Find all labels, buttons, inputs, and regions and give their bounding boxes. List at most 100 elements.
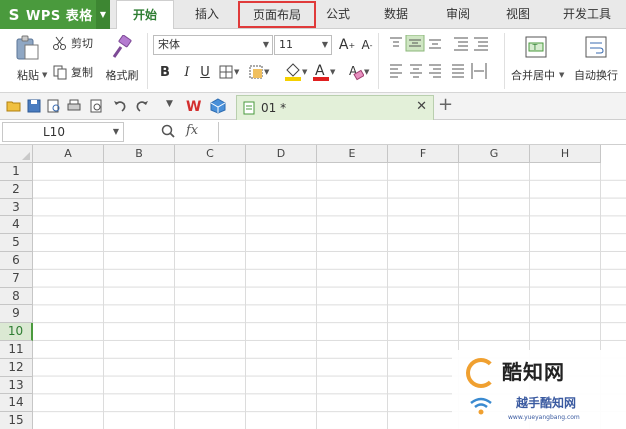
paste-icon (16, 35, 39, 60)
watermark-logo-icon (466, 358, 496, 388)
increase-font-size-button[interactable]: A + (338, 36, 356, 54)
align-right-icon (429, 64, 441, 78)
cell-style-button[interactable]: ▼ (248, 64, 269, 80)
format-painter-label: 格式刷 (105, 69, 139, 82)
app-menu-button[interactable]: S WPS 表格 ▼ (0, 0, 110, 29)
spreadsheet-file-icon (243, 101, 255, 115)
merge-center-button[interactable]: T 合并居中 ▼ (506, 33, 566, 89)
save-icon[interactable] (26, 98, 42, 114)
tab-review[interactable]: 审阅 (438, 0, 478, 29)
font-size-select[interactable]: 11 ▼ (274, 35, 332, 55)
document-tab[interactable]: 01 * ✕ (236, 95, 434, 120)
cut-button[interactable]: 剪切 (52, 34, 100, 52)
chevron-down-icon: ▼ (262, 40, 269, 49)
underline-button[interactable]: U (196, 63, 214, 81)
chevron-down-icon: ▼ (364, 68, 370, 76)
row-header-12[interactable]: 12 (0, 358, 33, 377)
new-tab-plus-icon[interactable]: + (438, 94, 453, 115)
row-header-10[interactable]: 10 (0, 323, 33, 341)
cell-style-icon (249, 65, 263, 79)
chevron-down-icon: ▼ (330, 68, 336, 76)
tab-home[interactable]: 开始 (116, 0, 174, 30)
row-header-3[interactable]: 3 (0, 198, 33, 217)
clear-format-button[interactable]: A ▼ (348, 63, 369, 81)
row-header-7[interactable]: 7 (0, 269, 33, 288)
row-header-9[interactable]: 9 (0, 305, 33, 324)
print-preview-icon[interactable] (46, 98, 62, 114)
eraser-icon: A (349, 64, 364, 81)
row-header-1[interactable]: 1 (0, 163, 33, 181)
ribbon-separator (147, 33, 148, 89)
formula-input[interactable] (218, 122, 622, 142)
distributed-icon (471, 63, 487, 79)
scissors-icon (53, 36, 66, 50)
fill-color-button[interactable]: ▼ (284, 62, 307, 82)
tab-insert[interactable]: 插入 (178, 0, 236, 29)
font-name-select[interactable]: 宋体 ▼ (153, 35, 273, 55)
wifi-icon (470, 397, 492, 415)
paste-dropdown-icon[interactable]: ▼ (42, 71, 47, 79)
formula-bar: L10 ▼ fx (0, 120, 626, 145)
row-header-2[interactable]: 2 (0, 180, 33, 199)
name-box[interactable]: L10 ▼ (2, 122, 124, 142)
column-header-a[interactable]: A (33, 145, 104, 163)
row-header-13[interactable]: 13 (0, 376, 33, 395)
row-header-11[interactable]: 11 (0, 341, 33, 359)
alignment-group[interactable] (388, 35, 500, 87)
preview-icon[interactable] (88, 98, 104, 114)
borders-button[interactable]: ▼ (218, 64, 239, 80)
row-header-4[interactable]: 4 (0, 216, 33, 235)
column-header-e[interactable]: E (317, 145, 388, 163)
column-header-b[interactable]: B (104, 145, 175, 163)
row-header-6[interactable]: 6 (0, 252, 33, 270)
app-menu-dropdown-icon[interactable]: ▼ (96, 0, 110, 29)
ribbon-tab-bar: S WPS 表格 ▼ 开始 插入 页面布局 公式 数据 审阅 视图 开发工具 (0, 0, 626, 30)
ribbon-separator (504, 33, 505, 89)
wrap-text-button[interactable]: 自动换行 (568, 33, 624, 89)
row-header-15[interactable]: 15 (0, 412, 33, 429)
column-header-c[interactable]: C (175, 145, 246, 163)
wrap-text-label: 自动换行 (574, 69, 618, 82)
italic-button[interactable]: I (178, 63, 196, 81)
undo-icon[interactable] (112, 98, 128, 114)
copy-label: 复制 (71, 66, 93, 79)
zoom-lookup-icon[interactable] (160, 123, 176, 139)
align-center-icon (410, 64, 422, 78)
column-header-h[interactable]: H (530, 145, 601, 163)
tab-formulas[interactable]: 公式 (318, 0, 358, 29)
insert-function-button[interactable]: fx (186, 123, 198, 138)
paste-button[interactable]: 粘贴 ▼ (8, 33, 48, 89)
column-header-f[interactable]: F (388, 145, 459, 163)
merge-center-dropdown-icon[interactable]: ▼ (559, 71, 564, 79)
tab-developer[interactable]: 开发工具 (556, 0, 618, 29)
font-name-value: 宋体 (158, 38, 180, 51)
open-folder-icon[interactable] (6, 98, 22, 114)
tab-page-layout[interactable]: 页面布局 (238, 1, 316, 28)
row-header-14[interactable]: 14 (0, 394, 33, 413)
align-left-icon (390, 64, 402, 78)
font-color-button[interactable]: A ▼ (312, 62, 335, 82)
redo-icon[interactable] (134, 98, 150, 114)
format-painter-button[interactable]: 格式刷 (102, 33, 142, 89)
customize-toolbar-icon[interactable]: ▼ (166, 99, 173, 109)
decrease-font-size-button[interactable]: A- (358, 36, 376, 54)
print-icon[interactable] (66, 98, 82, 114)
row-header-5[interactable]: 5 (0, 234, 33, 252)
bold-button[interactable]: B (156, 63, 174, 81)
tab-data[interactable]: 数据 (376, 0, 416, 29)
row-header-8[interactable]: 8 (0, 287, 33, 306)
column-header-g[interactable]: G (459, 145, 530, 163)
font-size-value: 11 (279, 38, 293, 51)
column-header-d[interactable]: D (246, 145, 317, 163)
wps-w-icon[interactable]: W (186, 98, 202, 114)
tab-view[interactable]: 视图 (498, 0, 538, 29)
wrap-text-icon (585, 36, 607, 58)
borders-icon (219, 65, 233, 79)
select-all-corner[interactable] (0, 145, 33, 163)
align-top-icon (390, 37, 402, 47)
ribbon-separator (378, 33, 379, 89)
watermark-url: www.yueyangbang.com (508, 414, 580, 421)
close-icon[interactable]: ✕ (416, 99, 427, 114)
cube-icon[interactable] (210, 98, 226, 114)
copy-button[interactable]: 复制 (52, 63, 100, 81)
